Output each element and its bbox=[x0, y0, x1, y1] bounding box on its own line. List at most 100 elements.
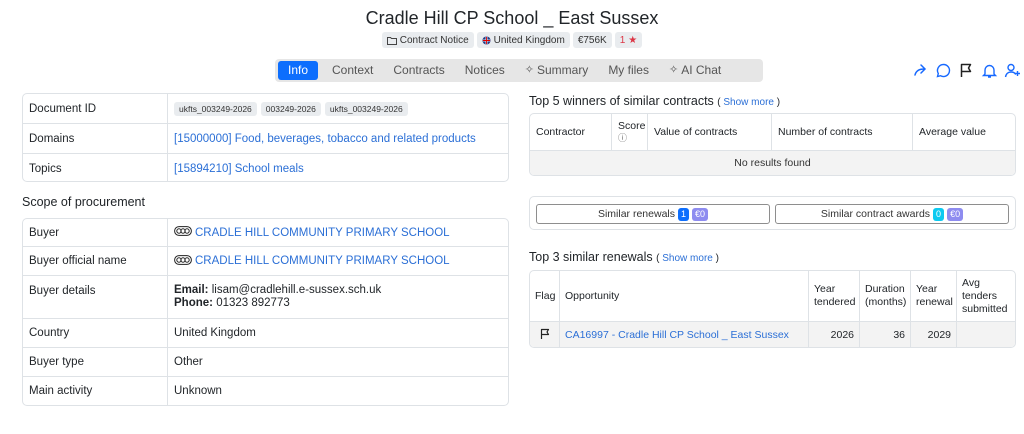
renewals-value-badge: €0 bbox=[692, 207, 709, 221]
buyer-official-row: Buyer official name CRADLE HILL COMMUNIT… bbox=[23, 247, 508, 276]
phone-value: 01323 892773 bbox=[216, 297, 290, 309]
buyer-label: Buyer bbox=[23, 219, 168, 246]
page-title: Cradle Hill CP School _ East Sussex bbox=[365, 8, 659, 28]
awards-value-badge: €0 bbox=[947, 207, 964, 221]
main-activity-value: Unknown bbox=[174, 385, 222, 397]
value-label: €756K bbox=[577, 34, 607, 46]
renewals-table: Flag Opportunity Year tendered Duration (m… bbox=[529, 270, 1016, 348]
share-icon[interactable] bbox=[912, 62, 929, 79]
notice-type-label: Contract Notice bbox=[399, 34, 469, 46]
add-user-icon[interactable] bbox=[1004, 62, 1021, 79]
tab-notices[interactable]: Notices bbox=[457, 61, 513, 80]
renewals-show-more-link[interactable]: Show more bbox=[662, 253, 713, 264]
opportunity-link[interactable]: CA16997 - Cradle Hill CP School _ East S… bbox=[565, 329, 789, 341]
sparkle-icon: ✧ bbox=[524, 64, 534, 76]
notice-type-badge: Contract Notice bbox=[381, 32, 474, 48]
buyer-type-label: Buyer type bbox=[23, 348, 168, 376]
country-label: Country bbox=[23, 319, 168, 347]
similar-awards-button[interactable]: Similar contract awards 0 €0 bbox=[775, 204, 1009, 224]
buyer-details-row: Buyer details Email: lisam@cradlehill.e-… bbox=[23, 276, 508, 319]
topics-link[interactable]: [15894210] School meals bbox=[174, 163, 304, 175]
main-activity-label: Main activity bbox=[23, 377, 168, 405]
tab-summary[interactable]: ✧ Summary bbox=[517, 61, 597, 80]
col-year-renewal: Year renewal bbox=[911, 271, 957, 321]
tab-context[interactable]: Context bbox=[324, 61, 381, 80]
col-year-tendered: Year tendered bbox=[809, 271, 860, 321]
country-row: Country United Kingdom bbox=[23, 319, 508, 348]
avg-tenders-cell bbox=[957, 322, 1015, 347]
comment-icon[interactable] bbox=[935, 62, 952, 79]
col-opportunity: Opportunity bbox=[560, 271, 809, 321]
tab-bar: Info Context Contracts Notices ✧ Summary … bbox=[275, 59, 763, 82]
country-value: United Kingdom bbox=[174, 327, 256, 339]
buyer-type-value: Other bbox=[174, 356, 203, 368]
flag-icon[interactable] bbox=[958, 62, 975, 79]
domains-label: Domains bbox=[23, 124, 168, 153]
badge-bar: Contract Notice United Kingdom €756K 1 ★ bbox=[0, 32, 1024, 48]
country-badge: United Kingdom bbox=[476, 32, 570, 48]
winners-show-more-link[interactable]: Show more bbox=[723, 97, 774, 108]
buyer-link[interactable]: CRADLE HILL COMMUNITY PRIMARY SCHOOL bbox=[195, 227, 450, 239]
buyer-id-icon bbox=[174, 254, 192, 268]
awards-count-badge: 0 bbox=[933, 207, 945, 221]
phone-label: Phone: bbox=[174, 297, 213, 309]
email-value: lisam@cradlehill.e-sussex.sch.uk bbox=[211, 284, 382, 296]
uk-flag-icon bbox=[482, 35, 491, 45]
topics-row: Topics [15894210] School meals bbox=[23, 154, 508, 181]
buyer-row: Buyer CRADLE HILL COMMUNITY PRIMARY SCHO… bbox=[23, 219, 508, 247]
year-renewal-cell: 2029 bbox=[911, 322, 957, 347]
sparkle-icon: ✧ bbox=[668, 64, 679, 76]
renewals-header-row: Flag Opportunity Year tendered Duration (m… bbox=[530, 271, 1015, 322]
renewals-section-title: Top 3 similar renewals ( Show more ) bbox=[529, 250, 719, 264]
col-contractor: Contractor bbox=[530, 114, 612, 150]
buyer-type-row: Buyer type Other bbox=[23, 348, 508, 377]
renewals-count-badge: 1 bbox=[678, 207, 690, 221]
document-id-chip[interactable]: 003249-2026 bbox=[260, 101, 321, 116]
col-number-of-contracts: Number of contracts bbox=[772, 114, 913, 150]
country-label: United Kingdom bbox=[493, 34, 565, 46]
tab-info[interactable]: Info bbox=[278, 61, 319, 80]
document-id-row: Document ID ukfts_003249-2026 003249-202… bbox=[23, 94, 508, 124]
winners-header-row: Contractor Score ⓘ Value of contracts Nu… bbox=[530, 114, 1015, 151]
flag-icon[interactable] bbox=[539, 328, 551, 343]
email-label: Email: bbox=[174, 284, 209, 296]
table-row: CA16997 - Cradle Hill CP School _ East S… bbox=[530, 322, 1015, 347]
tab-my-files[interactable]: My files bbox=[600, 61, 657, 80]
tab-contracts[interactable]: Contracts bbox=[385, 61, 452, 80]
buyer-details-label: Buyer details bbox=[23, 276, 168, 318]
buyer-official-label: Buyer official name bbox=[23, 247, 168, 275]
buyer-id-icon bbox=[174, 226, 192, 239]
winners-table: Contractor Score ⓘ Value of contracts Nu… bbox=[529, 113, 1016, 176]
buyer-official-link[interactable]: CRADLE HILL COMMUNITY PRIMARY SCHOOL bbox=[195, 255, 450, 267]
star-icon: ★ bbox=[628, 34, 638, 46]
main-activity-row: Main activity Unknown bbox=[23, 377, 508, 405]
rating-badge[interactable]: 1 ★ bbox=[614, 32, 643, 48]
topics-label: Topics bbox=[23, 154, 168, 181]
info-icon: ⓘ bbox=[618, 133, 628, 143]
similar-renewals-button[interactable]: Similar renewals 1 €0 bbox=[536, 204, 770, 224]
action-toolbar bbox=[912, 62, 1021, 79]
domains-link[interactable]: [15000000] Food, beverages, tobacco and … bbox=[174, 133, 476, 145]
document-id-chip[interactable]: ukfts_003249-2026 bbox=[174, 101, 257, 116]
col-value-of-contracts: Value of contracts bbox=[648, 114, 772, 150]
document-id-label: Document ID bbox=[23, 94, 168, 123]
winners-section-title: Top 5 winners of similar contracts ( Sho… bbox=[529, 94, 781, 108]
winners-empty-message: No results found bbox=[530, 151, 1015, 175]
folder-icon bbox=[386, 36, 397, 45]
col-average-value: Average value bbox=[919, 126, 986, 138]
bell-icon[interactable] bbox=[981, 62, 998, 79]
value-badge: €756K bbox=[572, 32, 612, 48]
duration-cell: 36 bbox=[860, 322, 911, 347]
year-tendered-cell: 2026 bbox=[809, 322, 860, 347]
col-avg-tenders: Avg tenders submitted bbox=[962, 276, 1008, 315]
tab-ai-chat[interactable]: ✧ AI Chat bbox=[661, 61, 729, 80]
domains-row: Domains [15000000] Food, beverages, toba… bbox=[23, 124, 508, 154]
rating-count: 1 bbox=[619, 34, 626, 46]
scope-section-title: Scope of procurement bbox=[22, 195, 145, 209]
col-flag: Flag bbox=[530, 271, 560, 321]
scope-table: Buyer CRADLE HILL COMMUNITY PRIMARY SCHO… bbox=[22, 218, 509, 406]
col-duration: Duration (months) bbox=[860, 271, 911, 321]
document-info-table: Document ID ukfts_003249-2026 003249-202… bbox=[22, 93, 509, 182]
document-id-chip[interactable]: ukfts_003249-2026 bbox=[324, 101, 408, 116]
col-score: Score ⓘ bbox=[612, 114, 648, 150]
